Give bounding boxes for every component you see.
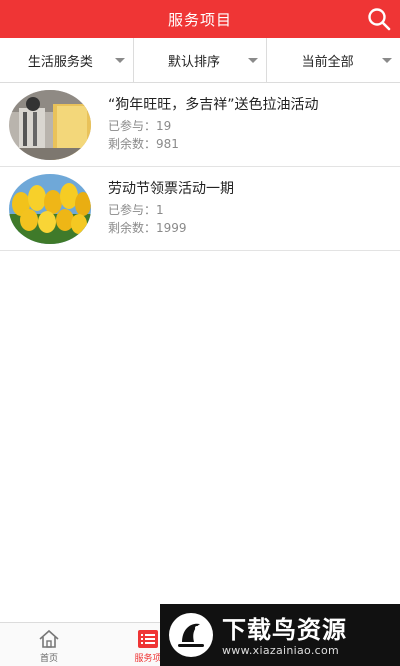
- search-button[interactable]: [366, 6, 392, 32]
- watermark-title: 下载鸟资源: [222, 616, 347, 644]
- chevron-down-icon: [382, 58, 393, 63]
- tab-home[interactable]: 首页: [9, 623, 89, 666]
- tab-home-label: 首页: [39, 654, 58, 664]
- item-title: “狗年旺旺，多吉祥”送色拉油活动: [108, 97, 319, 113]
- item-info: “狗年旺旺，多吉祥”送色拉油活动 已参与：19 剩余数：981: [108, 95, 319, 153]
- list-item[interactable]: 劳动节领票活动一期 已参与：1 剩余数：1999: [0, 167, 400, 251]
- category-filter[interactable]: 生活服务类: [0, 38, 134, 82]
- filter-bar: 生活服务类 默认排序 当前全部: [0, 38, 400, 83]
- watermark-logo-icon: [169, 613, 213, 657]
- tab-services-label: 服务项: [134, 654, 162, 664]
- service-list: “狗年旺旺，多吉祥”送色拉油活动 已参与：19 剩余数：981 劳动节领票活动一…: [0, 83, 400, 251]
- item-title: 劳动节领票活动一期: [108, 181, 234, 197]
- item-remaining-count: 剩余数：981: [108, 137, 179, 151]
- item-remaining-count: 剩余数：1999: [108, 221, 187, 235]
- search-icon: [368, 8, 391, 31]
- watermark-banner: 下载鸟资源 www.xiazainiao.com: [160, 604, 400, 666]
- sort-filter[interactable]: 默认排序: [134, 38, 268, 82]
- home-icon: [39, 629, 59, 648]
- item-info: 劳动节领票活动一期 已参与：1 剩余数：1999: [108, 179, 234, 237]
- list-icon: [138, 630, 158, 648]
- chevron-down-icon: [114, 58, 125, 63]
- watermark-url: www.xiazainiao.com: [222, 644, 340, 657]
- page-title: 服务项目: [167, 10, 232, 29]
- status-filter[interactable]: 当前全部: [267, 38, 400, 82]
- tulip-photo-image: [9, 174, 91, 244]
- studio-photo-image: [9, 90, 91, 160]
- item-joined-count: 已参与：1: [108, 203, 164, 217]
- list-item[interactable]: “狗年旺旺，多吉祥”送色拉油活动 已参与：19 剩余数：981: [0, 83, 400, 167]
- app-header: 服务项目: [0, 0, 400, 38]
- chevron-down-icon: [248, 58, 259, 63]
- item-thumbnail: [9, 90, 91, 160]
- item-thumbnail: [9, 174, 91, 244]
- item-joined-count: 已参与：19: [108, 119, 172, 133]
- status-filter-label: 当前全部: [301, 54, 354, 70]
- sort-filter-label: 默认排序: [168, 54, 221, 70]
- category-filter-label: 生活服务类: [27, 54, 93, 70]
